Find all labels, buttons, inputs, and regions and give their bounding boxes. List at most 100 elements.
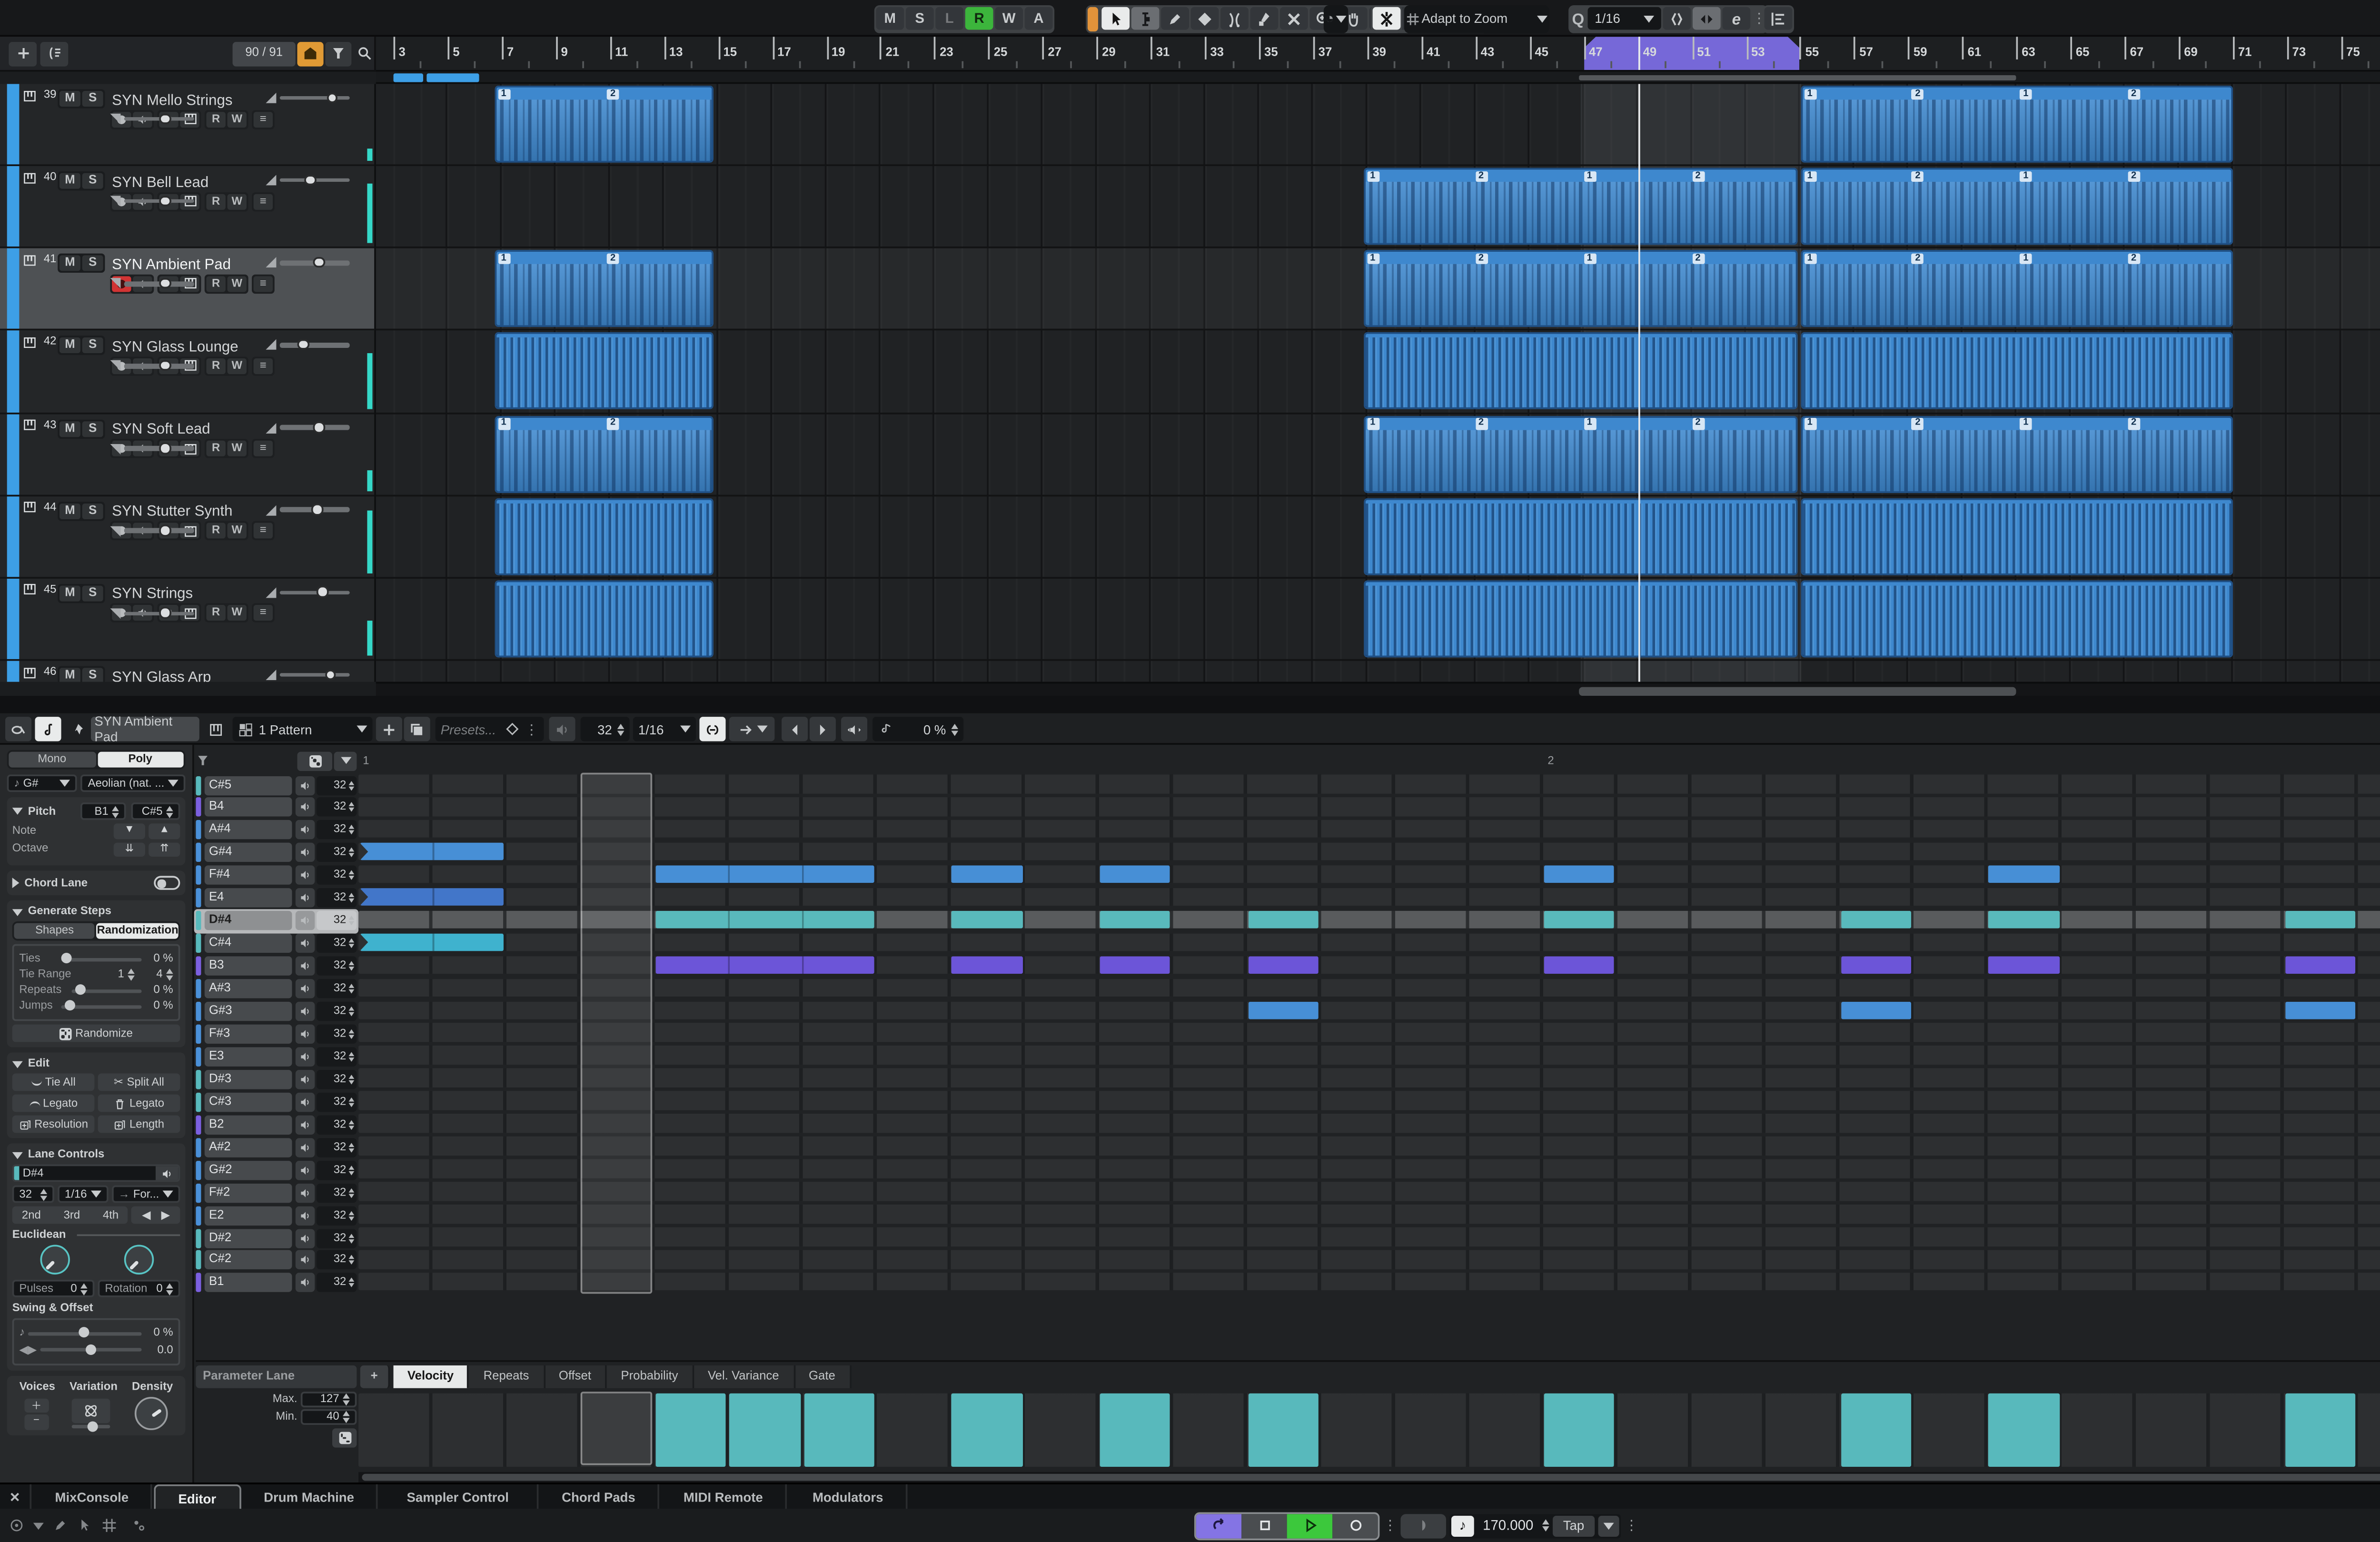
close-lower-zone-button[interactable]: ✕ bbox=[0, 1484, 31, 1511]
track-visibility-counter[interactable]: 90 / 91 bbox=[233, 41, 296, 65]
grid-status-icon[interactable] bbox=[98, 1514, 121, 1537]
mute-button[interactable]: M bbox=[60, 585, 80, 601]
lane-audition-icon[interactable] bbox=[295, 889, 314, 908]
grid-lane[interactable] bbox=[358, 933, 2380, 951]
arrange-track-lane[interactable]: 121212 bbox=[376, 84, 2380, 166]
rotation-knob[interactable] bbox=[123, 1245, 153, 1275]
mute-button[interactable]: M bbox=[60, 338, 80, 354]
tempo-stepper[interactable] bbox=[1542, 1519, 1549, 1532]
note[interactable] bbox=[2285, 1001, 2355, 1019]
lane-audition-icon[interactable] bbox=[295, 957, 314, 976]
lane-row-As3[interactable]: A#332 bbox=[196, 978, 357, 999]
note[interactable] bbox=[655, 910, 874, 929]
velocity-lane[interactable] bbox=[358, 1394, 2380, 1467]
chevron-down-icon[interactable] bbox=[30, 1514, 45, 1537]
lane-step-count[interactable]: 32 bbox=[317, 820, 357, 840]
lane-row-B1[interactable]: B132 bbox=[196, 1273, 357, 1294]
lane-row-B2[interactable]: B232 bbox=[196, 1114, 357, 1135]
audio-warp-button[interactable] bbox=[1693, 7, 1721, 30]
lane-step-count[interactable]: 32 bbox=[317, 934, 357, 953]
tool-group-handle[interactable] bbox=[1088, 6, 1098, 30]
midi-clip[interactable]: 1212 bbox=[1364, 415, 1797, 493]
lane-row-B3[interactable]: B332 bbox=[196, 956, 357, 977]
lane-step-count[interactable]: 32 bbox=[317, 979, 357, 998]
write-automation-button[interactable]: W bbox=[228, 193, 247, 209]
jumps-slider[interactable] bbox=[61, 1004, 142, 1008]
volume-track[interactable] bbox=[280, 672, 350, 677]
step-ruler[interactable]: 12 bbox=[358, 750, 2380, 771]
velocity-bar[interactable] bbox=[1544, 1394, 1615, 1467]
lane-step-count[interactable]: 32 bbox=[317, 843, 357, 862]
lane-audition-icon[interactable] bbox=[295, 1047, 314, 1066]
keyboard-view-icon[interactable] bbox=[203, 717, 229, 741]
lane-row-Gs2[interactable]: G#232 bbox=[196, 1159, 357, 1180]
midi-clip[interactable]: 12 bbox=[495, 250, 714, 327]
read-automation-button[interactable]: R bbox=[206, 111, 225, 127]
note[interactable] bbox=[952, 910, 1022, 929]
scale-dropdown[interactable]: Aeolian (nat. ... bbox=[81, 774, 185, 792]
lane-audition-icon[interactable] bbox=[295, 1228, 314, 1247]
midi-clip[interactable]: 1212 bbox=[1364, 168, 1797, 245]
midi-clip[interactable]: 12 bbox=[495, 86, 714, 163]
pan-slider[interactable] bbox=[110, 357, 194, 375]
midi-clip[interactable] bbox=[1364, 498, 1797, 575]
note[interactable] bbox=[952, 956, 1022, 974]
randomize-button[interactable]: Randomize bbox=[12, 1025, 180, 1042]
lane-audition-icon[interactable] bbox=[295, 1160, 314, 1179]
step-count-field[interactable]: 32 bbox=[581, 717, 630, 741]
note[interactable] bbox=[1544, 910, 1615, 929]
grid-type-dropdown[interactable]: Adapt to Zoom bbox=[1404, 4, 1549, 32]
note[interactable] bbox=[1248, 1001, 1319, 1019]
lane-note-label[interactable]: B2 bbox=[204, 1115, 292, 1134]
lane-note-label[interactable]: G#2 bbox=[204, 1160, 292, 1179]
note[interactable] bbox=[655, 865, 874, 884]
tempo-track-icon[interactable]: ♪ bbox=[1451, 1515, 1474, 1536]
mute-button[interactable]: M bbox=[60, 91, 80, 107]
collapse-icon[interactable] bbox=[12, 808, 23, 815]
editor-horizontal-scrollbar[interactable] bbox=[358, 1472, 2380, 1483]
lane-audition-icon[interactable] bbox=[295, 979, 314, 998]
automation-w-button[interactable]: W bbox=[995, 7, 1023, 30]
chord-lane-toggle[interactable] bbox=[154, 876, 180, 890]
pan-track[interactable] bbox=[124, 199, 194, 204]
grid-lane[interactable] bbox=[358, 1137, 2380, 1155]
track-options-icon[interactable]: ≡ bbox=[254, 193, 273, 209]
double-length-button[interactable]: Length bbox=[98, 1116, 180, 1133]
midi-clip[interactable]: 1212 bbox=[1801, 415, 2233, 493]
volume-track[interactable] bbox=[280, 343, 350, 348]
playback-direction-dropdown[interactable] bbox=[729, 717, 775, 741]
tab-drummachine[interactable]: Drum Machine bbox=[242, 1484, 377, 1511]
track-row[interactable]: 42MSSYN Glass LoungeeRW≡ bbox=[0, 331, 376, 414]
collapse-icon[interactable] bbox=[12, 908, 23, 915]
rotate-right-button[interactable] bbox=[810, 717, 836, 741]
automation-m-button[interactable]: M bbox=[876, 7, 904, 30]
arrange-horizontal-scrollbar[interactable] bbox=[376, 682, 2380, 696]
grid-lane[interactable] bbox=[358, 1046, 2380, 1065]
track-visibility-agent-icon[interactable] bbox=[297, 41, 323, 65]
velocity-bar[interactable] bbox=[952, 1394, 1022, 1467]
lane-row-As4[interactable]: A#432 bbox=[196, 820, 357, 840]
swing-field[interactable]: 0 % bbox=[873, 717, 963, 741]
lane-audition-icon[interactable] bbox=[295, 911, 314, 930]
volume-slider[interactable] bbox=[266, 89, 349, 107]
automation-s-button[interactable]: S bbox=[906, 7, 934, 30]
velocity-bar[interactable] bbox=[655, 1394, 726, 1467]
acoustic-feedback-icon[interactable] bbox=[35, 717, 61, 741]
pan-track[interactable] bbox=[124, 611, 194, 616]
lane-row-Fs2[interactable]: F#232 bbox=[196, 1182, 357, 1203]
lane-note-label[interactable]: F#3 bbox=[204, 1025, 292, 1044]
scrollbar-handle[interactable] bbox=[362, 1474, 2380, 1481]
lane-row-Gs4[interactable]: G#432 bbox=[196, 842, 357, 863]
lane-row-Ds2[interactable]: D#232 bbox=[196, 1227, 357, 1248]
volume-slider[interactable] bbox=[266, 419, 349, 436]
stepper-icon[interactable] bbox=[128, 969, 135, 981]
track-options-icon[interactable]: ≡ bbox=[254, 523, 273, 539]
record-button[interactable] bbox=[1332, 1513, 1378, 1537]
note[interactable] bbox=[1544, 865, 1615, 884]
solo-button[interactable]: S bbox=[82, 421, 103, 436]
stepper-icon[interactable] bbox=[951, 723, 958, 735]
write-automation-button[interactable]: W bbox=[228, 441, 247, 456]
mute-button[interactable]: M bbox=[60, 668, 80, 682]
step-resolution-dropdown[interactable]: 1/16 bbox=[633, 717, 696, 741]
track-name[interactable]: SYN Mello Strings bbox=[112, 90, 232, 108]
